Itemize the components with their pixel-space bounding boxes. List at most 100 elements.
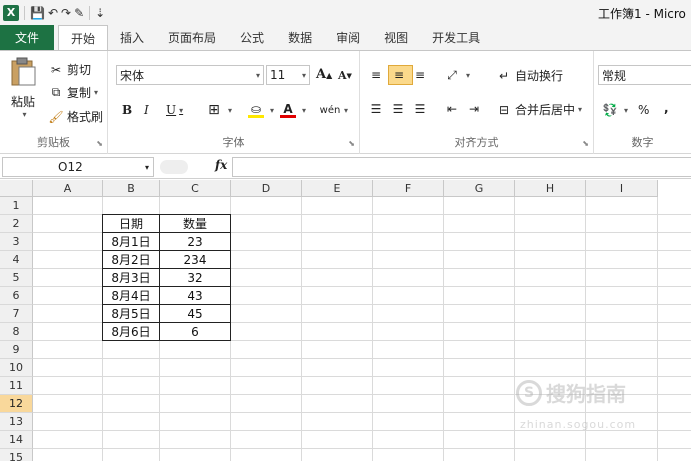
tab-formulas[interactable]: 公式 <box>228 25 276 50</box>
gridline <box>33 376 691 377</box>
tab-developer[interactable]: 开发工具 <box>420 25 492 50</box>
tab-view[interactable]: 视图 <box>372 25 420 50</box>
row-header[interactable]: 14 <box>0 431 33 449</box>
row-header[interactable]: 15 <box>0 449 33 461</box>
dialog-launcher-icon[interactable]: ⬊ <box>348 139 355 148</box>
name-box[interactable]: O12 ▾ <box>2 157 154 177</box>
table-cell[interactable]: 8月6日 <box>102 322 160 341</box>
bold-button[interactable]: B <box>122 103 132 117</box>
grow-font-button[interactable]: A ▲ <box>316 67 332 82</box>
italic-button[interactable]: I <box>144 103 149 117</box>
redo-icon[interactable]: ↷ <box>61 4 71 22</box>
column-header[interactable]: D <box>231 180 302 197</box>
table-cell[interactable]: 23 <box>159 232 231 251</box>
formula-input[interactable] <box>232 157 691 177</box>
table-cell[interactable]: 32 <box>159 268 231 287</box>
chevron-down-icon: ▾ <box>179 105 184 115</box>
wrap-text-button[interactable]: ↵ 自动换行 <box>496 67 563 84</box>
font-size-select[interactable]: 11 ▾ <box>266 65 310 85</box>
decrease-indent-button[interactable]: ⇤ <box>444 101 463 117</box>
column-header[interactable]: A <box>33 180 103 197</box>
tab-page-layout[interactable]: 页面布局 <box>156 25 228 50</box>
row-header[interactable]: 7 <box>0 305 33 323</box>
align-bottom-button[interactable]: ≡ <box>412 67 431 83</box>
save-icon[interactable]: 💾 <box>30 4 45 22</box>
row-header[interactable]: 8 <box>0 323 33 341</box>
customize-qa-icon[interactable]: ⇣ <box>95 4 105 22</box>
percent-button[interactable]: % <box>638 103 649 117</box>
dialog-launcher-icon[interactable]: ⬊ <box>582 139 589 148</box>
undo-icon[interactable]: ↶ <box>48 4 58 22</box>
chevron-down-icon: ▾ <box>144 162 149 172</box>
table-cell[interactable]: 8月3日 <box>102 268 160 287</box>
format-painter-button[interactable]: 🖌 格式刷 <box>48 108 103 125</box>
chevron-down-icon: ▾ <box>22 110 27 119</box>
column-header[interactable]: C <box>160 180 231 197</box>
align-center-button[interactable]: ☰ <box>390 101 409 117</box>
font-size-value: 11 <box>270 68 286 82</box>
row-header[interactable]: 13 <box>0 413 33 431</box>
merge-center-button[interactable]: ⊟ 合并后居中 ▾ <box>496 101 582 118</box>
ribbon-tabs: 文件 开始 插入 页面布局 公式 数据 审阅 视图 开发工具 <box>0 25 691 50</box>
table-cell[interactable]: 45 <box>159 304 231 323</box>
font-name-select[interactable]: 宋体 ▾ <box>116 65 264 85</box>
fill-color-button[interactable]: ⛀ ▾ <box>248 102 274 118</box>
number-format-select[interactable]: 常规 <box>598 65 691 85</box>
tab-home[interactable]: 开始 <box>58 25 109 50</box>
align-right-button[interactable]: ☰ <box>412 101 431 117</box>
column-header[interactable]: I <box>586 180 658 197</box>
font-color-button[interactable]: A ▾ <box>280 102 306 118</box>
row-header[interactable]: 3 <box>0 233 33 251</box>
table-cell[interactable]: 8月2日 <box>102 250 160 269</box>
table-header-cell[interactable]: 数量 <box>159 214 231 233</box>
insert-function-icon[interactable]: fx <box>215 158 227 172</box>
tab-insert[interactable]: 插入 <box>108 25 156 50</box>
column-header[interactable]: G <box>444 180 515 197</box>
phonetic-button[interactable]: wén ▾ <box>319 102 348 118</box>
row-header[interactable]: 9 <box>0 341 33 359</box>
row-header[interactable]: 2 <box>0 215 33 233</box>
dialog-launcher-icon[interactable]: ⬊ <box>96 139 103 148</box>
tab-review[interactable]: 审阅 <box>324 25 372 50</box>
column-header[interactable]: H <box>515 180 586 197</box>
shrink-font-button[interactable]: A ▼ <box>338 69 352 82</box>
table-cell[interactable]: 8月4日 <box>102 286 160 305</box>
row-header[interactable]: 11 <box>0 377 33 395</box>
column-header[interactable]: E <box>302 180 373 197</box>
gridline <box>443 197 444 461</box>
copy-button[interactable]: ⧉ 复制 ▾ <box>48 84 98 101</box>
select-all-corner[interactable] <box>0 180 33 197</box>
align-middle-button[interactable]: ≡ <box>388 65 413 85</box>
row-header[interactable]: 12 <box>0 395 33 413</box>
table-cell[interactable]: 234 <box>159 250 231 269</box>
row-header[interactable]: 5 <box>0 269 33 287</box>
table-cell[interactable]: 8月1日 <box>102 232 160 251</box>
phonetic-icon: wén <box>319 104 341 116</box>
row-header[interactable]: 1 <box>0 197 33 215</box>
comma-button[interactable]: , <box>664 101 669 115</box>
quick-access-toolbar: X 💾 ↶ ↷ ✎ ⇣ <box>0 4 105 22</box>
column-header[interactable]: B <box>103 180 160 197</box>
table-cell[interactable]: 43 <box>159 286 231 305</box>
row-header[interactable]: 6 <box>0 287 33 305</box>
table-header-cell[interactable]: 日期 <box>102 214 160 233</box>
tab-file[interactable]: 文件 <box>0 25 54 50</box>
table-cell[interactable]: 8月5日 <box>102 304 160 323</box>
chevron-down-icon: ▾ <box>466 70 471 80</box>
paste-button[interactable]: 粘贴 ▾ <box>6 57 40 119</box>
ribbon-home: 粘贴 ▾ ✂ 剪切 ⧉ 复制 ▾ 🖌 格式刷 剪贴板 ⬊ 宋体 ▾ 11 ▾ A… <box>0 50 691 154</box>
row-header[interactable]: 10 <box>0 359 33 377</box>
increase-indent-button[interactable]: ⇥ <box>466 101 485 117</box>
borders-button[interactable]: ⊞ ▾ <box>206 102 232 118</box>
format-brush-icon[interactable]: ✎ <box>74 4 84 22</box>
orientation-button[interactable]: ⤢ ▾ <box>444 67 470 83</box>
row-header[interactable]: 4 <box>0 251 33 269</box>
align-left-button[interactable]: ☰ <box>368 101 387 117</box>
align-top-button[interactable]: ≡ <box>368 67 387 83</box>
tab-data[interactable]: 数据 <box>276 25 324 50</box>
column-header[interactable]: F <box>373 180 444 197</box>
cut-button[interactable]: ✂ 剪切 <box>48 61 91 78</box>
accounting-format-button[interactable]: 💱 ▾ <box>602 102 629 118</box>
table-cell[interactable]: 6 <box>159 322 231 341</box>
underline-button[interactable]: U ▾ <box>166 103 183 117</box>
